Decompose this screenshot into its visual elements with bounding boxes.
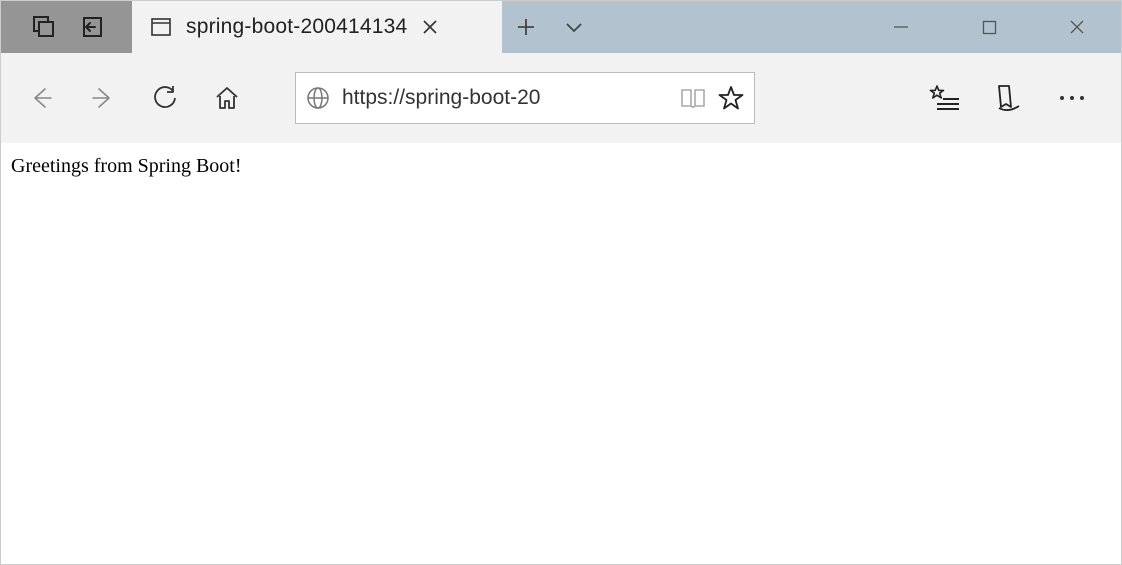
new-tab-button[interactable]: [502, 1, 550, 53]
titlebar-left-tools: [1, 1, 132, 53]
nav-group: [17, 82, 255, 114]
forward-button[interactable]: [87, 82, 119, 114]
address-bar[interactable]: [295, 72, 755, 124]
notes-icon[interactable]: [995, 84, 1021, 112]
refresh-button[interactable]: [149, 82, 181, 114]
favorite-star-icon[interactable]: [718, 85, 744, 111]
tab-dropdown-button[interactable]: [550, 1, 598, 53]
tab-title: spring-boot-200414134: [186, 15, 407, 39]
close-window-button[interactable]: [1033, 1, 1121, 53]
toolbar: [1, 53, 1121, 143]
reading-view-icon[interactable]: [680, 86, 706, 110]
set-aside-tabs-icon[interactable]: [75, 14, 103, 40]
home-button[interactable]: [211, 82, 243, 114]
tab-actions-icon[interactable]: [31, 14, 57, 40]
maximize-button[interactable]: [945, 1, 1033, 53]
page-content: Greetings from Spring Boot!: [1, 143, 1121, 190]
browser-tab[interactable]: spring-boot-200414134: [132, 1, 502, 53]
back-button[interactable]: [25, 82, 57, 114]
favorites-list-icon[interactable]: [929, 85, 959, 111]
minimize-button[interactable]: [857, 1, 945, 53]
window-controls: [857, 1, 1121, 53]
more-menu-icon[interactable]: [1057, 93, 1087, 103]
tab-strip-actions: [502, 1, 598, 53]
page-body-text: Greetings from Spring Boot!: [11, 155, 242, 177]
close-tab-icon[interactable]: [421, 18, 439, 36]
url-input[interactable]: [342, 86, 668, 110]
titlebar: spring-boot-200414134: [1, 1, 1121, 53]
globe-icon: [306, 86, 330, 110]
toolbar-right: [929, 84, 1105, 112]
page-icon: [150, 16, 172, 38]
